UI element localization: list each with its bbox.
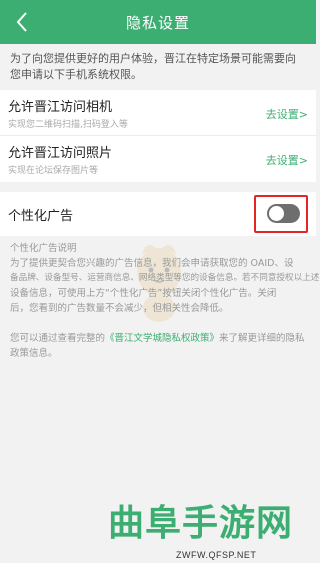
- personalized-ads-toggle[interactable]: [267, 204, 300, 223]
- explain-line: 为了提供更契合您兴趣的广告信息，我们会申请获取您的 OAID、设: [10, 258, 294, 269]
- page-title: 隐私设置: [125, 13, 190, 32]
- chevron-left-icon: [16, 12, 27, 32]
- photo-permission-title: 允许晋江访问照片: [8, 146, 113, 161]
- watermark-logo: 曲阜手游网: [108, 502, 294, 544]
- explain-line: 备品牌、设备型号、运营商信息、网络类型等您的设备信息。若不同意授权以上述: [10, 273, 320, 283]
- camera-permission-title: 允许晋江访问相机: [8, 100, 113, 115]
- policy-text: 您可以通过查看完整的《晋江文学城隐私权政策》来了解更详细的隐私政策信息。: [0, 331, 316, 361]
- watermark-url: ZWFW.QFSP.NET: [176, 550, 257, 560]
- personalized-ads-explanation: 个性化广告说明 为了提供更契合您兴趣的广告信息，我们会申请获取您的 OAID、设…: [0, 236, 320, 316]
- header-bar: 隐私设置: [0, 0, 316, 44]
- explain-line: 设备信息，可使用上方“个性化广告”按钮关闭个性化广告。关闭: [10, 288, 277, 299]
- personalized-ads-title: 个性化广告: [8, 209, 74, 224]
- toggle-knob: [269, 206, 284, 221]
- photo-permission-desc: 实现在论坛保存图片等: [8, 166, 99, 176]
- photo-permission-row[interactable]: 允许晋江访问照片 实现在论坛保存图片等 去设置>: [0, 136, 316, 182]
- photo-settings-link[interactable]: 去设置>: [266, 152, 308, 168]
- back-button[interactable]: [6, 6, 38, 38]
- camera-permission-desc: 实现您二维码扫描,扫码登入等: [8, 120, 128, 130]
- explain-heading: 个性化广告说明: [10, 243, 77, 254]
- intro-text: 为了向您提供更好的用户体验，晋江在特定场景可能需要向您申请以下手机系统权限。: [10, 52, 296, 81]
- policy-prefix: 您可以通过查看完整的: [10, 333, 106, 344]
- explain-line: 后，您看到的广告数量不会减少，但相关性会降低。: [10, 303, 229, 314]
- camera-permission-row[interactable]: 允许晋江访问相机 实现您二维码扫描,扫码登入等 去设置>: [0, 90, 316, 136]
- privacy-policy-link[interactable]: 《晋江文学城隐私权政策》: [105, 333, 219, 344]
- camera-settings-link[interactable]: 去设置>: [266, 106, 308, 122]
